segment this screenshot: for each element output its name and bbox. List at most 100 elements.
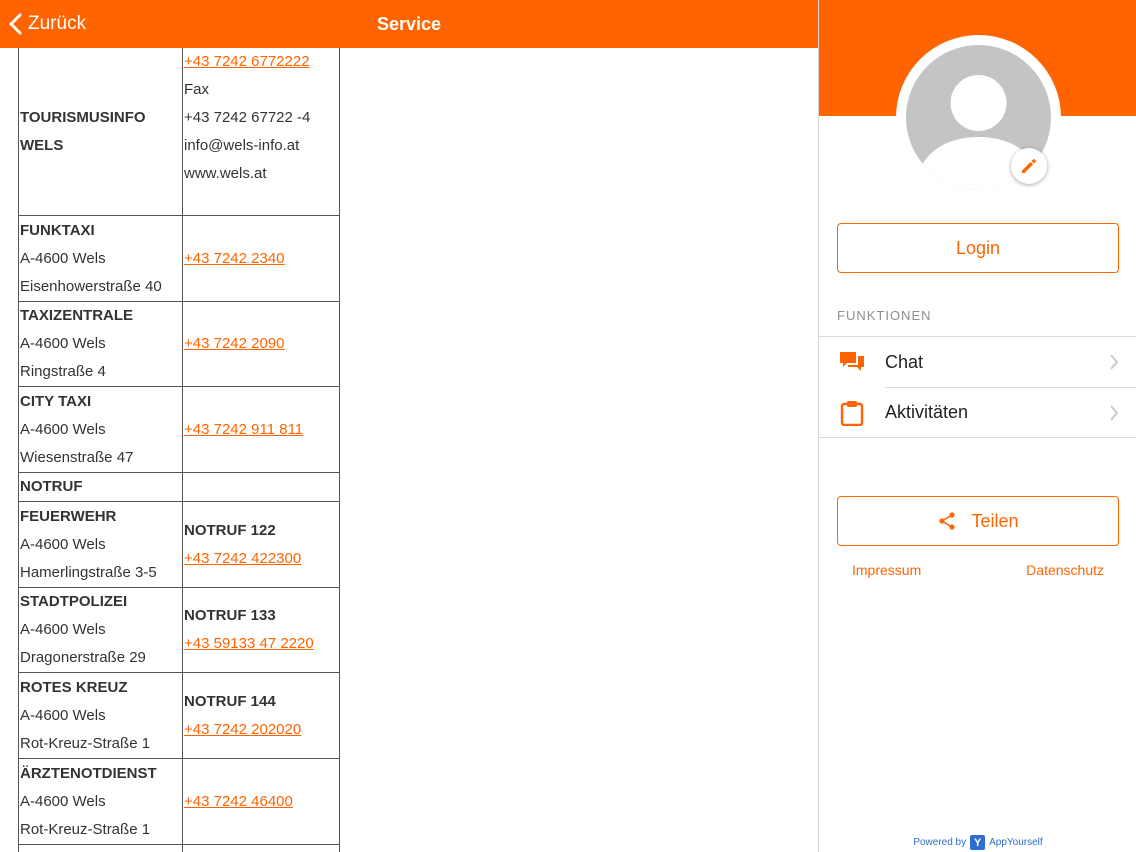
table-cell-contact — [182, 844, 340, 852]
entry-street: Wiesenstraße 47 — [20, 448, 134, 466]
appyourself-logo-icon: Y — [970, 835, 986, 850]
login-button-label: Login — [955, 237, 1001, 258]
email-text: info@wels-info.at — [184, 137, 300, 154]
phone-link[interactable]: +43 7242 2090 — [184, 330, 339, 358]
table-row: NOTRUF — [18, 472, 340, 502]
website-text: www.wels.at — [184, 165, 267, 182]
datenschutz-link[interactable]: Datenschutz — [1026, 562, 1104, 578]
section-label-funktionen: FUNKTIONEN — [837, 308, 932, 323]
entry-street: Rot-Kreuz-Straße 1 — [20, 734, 151, 752]
entry-name: CITY TAXI — [20, 392, 92, 410]
table-row: TOURISMUSINFO WELS +43 7242 6772222 Fax … — [18, 48, 340, 216]
entry-city: A-4600 Wels — [20, 335, 106, 352]
entry-city: A-4600 Wels — [20, 792, 106, 810]
fax-number: +43 7242 67722 -4 — [184, 109, 311, 126]
phone-link[interactable]: +43 7242 46400 — [184, 788, 339, 816]
entry-name: WELS — [20, 136, 64, 154]
entry-street: Hamerlingstraße 3-5 — [20, 563, 157, 581]
impressum-link[interactable]: Impressum — [852, 562, 921, 578]
table-row: ÄRZTENOTDIENST A-4600 Wels Rot-Kreuz-Str… — [18, 758, 340, 845]
emergency-number: NOTRUF 144 — [184, 692, 276, 710]
table-row: TAXIZENTRALE A-4600 Wels Ringstraße 4 +4… — [18, 301, 340, 387]
entry-name: FEUERWEHR — [20, 507, 117, 525]
table-cell-name — [18, 844, 183, 852]
phone-link[interactable]: +43 7242 911 811 — [184, 416, 339, 444]
powered-by-label: Powered by — [913, 837, 967, 848]
table-cell-name: CITY TAXI A-4600 Wels Wiesenstraße 47 — [18, 386, 183, 473]
edit-avatar-button[interactable] — [1011, 148, 1047, 184]
table-cell-contact — [182, 472, 340, 502]
functions-menu: Chat Aktivitäten — [819, 336, 1136, 438]
table-cell-contact: +43 7242 2340 — [182, 215, 340, 302]
entry-city: A-4600 Wels — [20, 249, 106, 267]
pencil-icon — [1022, 159, 1036, 173]
share-button[interactable]: Teilen — [837, 496, 1119, 546]
share-button-label: Teilen — [971, 510, 1019, 531]
table-row: FUNKTAXI A-4600 Wels Eisenhowerstraße 40… — [18, 215, 340, 302]
entry-street: Dragonerstraße 29 — [20, 649, 146, 666]
menu-item-label: Chat — [885, 351, 924, 372]
phone-link[interactable]: +43 7242 202020 — [184, 716, 339, 744]
powered-by-badge[interactable]: Powered by Y AppYourself — [819, 835, 1136, 850]
table-cell-name: ÄRZTENOTDIENST A-4600 Wels Rot-Kreuz-Str… — [18, 758, 183, 845]
share-icon — [939, 512, 956, 530]
table-cell-name: FUNKTAXI A-4600 Wels Eisenhowerstraße 40 — [18, 215, 183, 302]
phone-link[interactable]: +43 59133 47 2220 — [184, 630, 339, 658]
login-button[interactable]: Login — [837, 223, 1119, 273]
table-cell-name: STADTPOLIZEI A-4600 Wels Dragonerstraße … — [18, 587, 183, 673]
menu-item-aktivitaeten[interactable]: Aktivitäten — [840, 387, 1136, 437]
entry-name: STADTPOLIZEI — [20, 593, 128, 610]
chevron-right-icon — [1110, 354, 1119, 370]
emergency-number: NOTRUF 122 — [184, 521, 276, 539]
table-cell-name: TOURISMUSINFO WELS — [18, 48, 183, 216]
fax-label: Fax — [184, 81, 210, 98]
entry-city: A-4600 Wels — [20, 706, 106, 724]
entry-city: A-4600 Wels — [20, 420, 106, 438]
entry-name: FUNKTAXI — [20, 221, 95, 239]
entry-street: Eisenhowerstraße 40 — [20, 277, 162, 295]
profile-sidebar: Login FUNKTIONEN Chat Aktivitäten Teilen… — [818, 0, 1136, 852]
page-title: Service — [376, 14, 442, 34]
table-row: FEUERWEHR A-4600 Wels Hamerlingstraße 3-… — [18, 501, 340, 588]
chevron-right-icon — [1110, 405, 1119, 421]
table-cell-contact: NOTRUF 133 +43 59133 47 2220 — [182, 587, 340, 673]
menu-item-label: Aktivitäten — [885, 402, 969, 422]
table-cell-name: ROTES KREUZ A-4600 Wels Rot-Kreuz-Straße… — [18, 672, 183, 759]
menu-item-chat[interactable]: Chat — [819, 337, 1136, 387]
table-row: ROTES KREUZ A-4600 Wels Rot-Kreuz-Straße… — [18, 672, 340, 759]
table-cell-contact: +43 7242 46400 — [182, 758, 340, 845]
back-button[interactable]: Zurück — [8, 0, 86, 48]
brand-name: AppYourself — [989, 837, 1043, 848]
table-row — [18, 844, 340, 852]
table-cell-name: FEUERWEHR A-4600 Wels Hamerlingstraße 3-… — [18, 501, 183, 588]
table-cell-name: NOTRUF — [18, 472, 183, 502]
table-cell-name: TAXIZENTRALE A-4600 Wels Ringstraße 4 — [18, 301, 183, 387]
service-table: TOURISMUSINFO WELS +43 7242 6772222 Fax … — [18, 48, 340, 852]
chevron-left-icon — [9, 13, 22, 35]
service-content[interactable]: TOURISMUSINFO WELS +43 7242 6772222 Fax … — [0, 48, 818, 852]
phone-link[interactable]: +43 7242 422300 — [184, 545, 339, 573]
entry-name: TOURISMUSINFO — [20, 108, 146, 126]
table-row: STADTPOLIZEI A-4600 Wels Dragonerstraße … — [18, 587, 340, 673]
table-row: CITY TAXI A-4600 Wels Wiesenstraße 47 +4… — [18, 386, 340, 473]
clipboard-icon — [840, 401, 864, 426]
entry-street: Rot-Kreuz-Straße 1 — [20, 820, 151, 838]
phone-link[interactable]: +43 7242 2340 — [184, 245, 339, 273]
entry-city: A-4600 Wels — [20, 621, 106, 638]
table-cell-contact: NOTRUF 122 +43 7242 422300 — [182, 501, 340, 588]
entry-name: TAXIZENTRALE — [20, 307, 134, 324]
back-button-label: Zurück — [28, 13, 87, 34]
section-heading-notruf: NOTRUF — [20, 478, 83, 495]
table-cell-contact: +43 7242 911 811 — [182, 386, 340, 473]
entry-name: ÄRZTENOTDIENST — [20, 764, 157, 782]
table-cell-contact: NOTRUF 144 +43 7242 202020 — [182, 672, 340, 759]
main-panel: Zurück Service TOURISMUSINFO WELS +43 72… — [0, 0, 818, 852]
entry-street: Ringstraße 4 — [20, 363, 106, 380]
top-navigation-bar: Zurück Service — [0, 0, 818, 48]
table-cell-contact: +43 7242 2090 — [182, 301, 340, 387]
emergency-number: NOTRUF 133 — [184, 607, 276, 624]
entry-city: A-4600 Wels — [20, 535, 106, 553]
phone-link[interactable]: +43 7242 6772222 — [184, 48, 339, 76]
entry-name: ROTES KREUZ — [20, 678, 128, 696]
table-cell-contact: +43 7242 6772222 Fax +43 7242 67722 -4 i… — [182, 48, 340, 216]
